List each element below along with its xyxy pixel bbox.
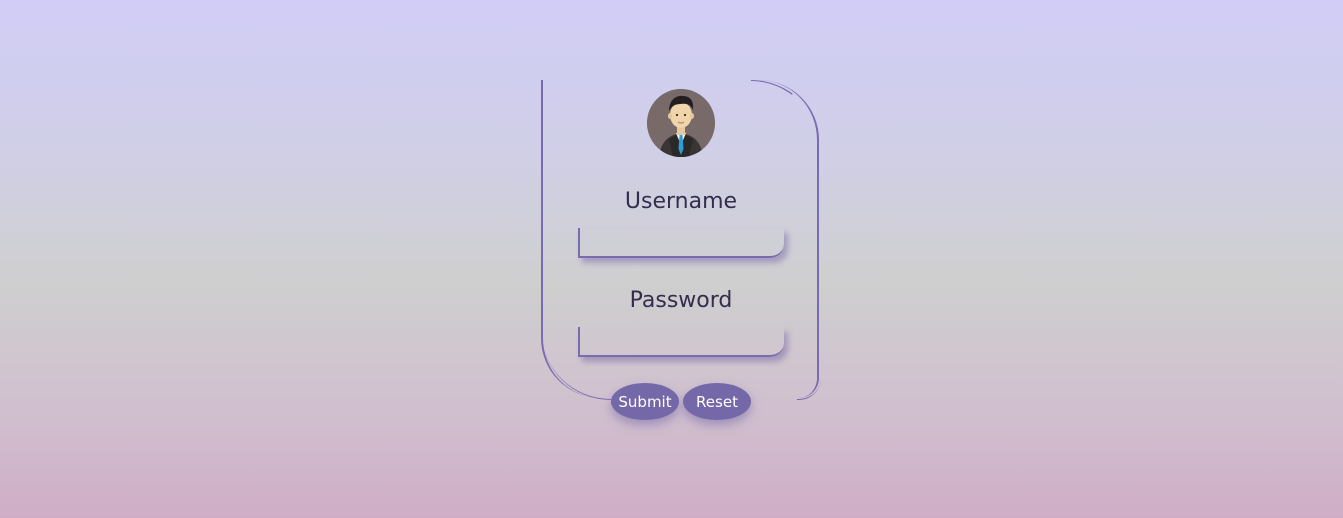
card-top-arc bbox=[751, 80, 821, 150]
password-input[interactable] bbox=[578, 327, 784, 357]
card-bottom-right-arc bbox=[797, 378, 821, 400]
user-avatar-businessman-icon bbox=[647, 89, 715, 157]
password-label: Password bbox=[629, 288, 733, 313]
reset-button[interactable]: Reset bbox=[683, 383, 751, 420]
avatar bbox=[647, 89, 715, 157]
username-input[interactable] bbox=[578, 228, 784, 258]
username-label: Username bbox=[624, 189, 738, 214]
submit-button[interactable]: Submit bbox=[611, 383, 679, 420]
